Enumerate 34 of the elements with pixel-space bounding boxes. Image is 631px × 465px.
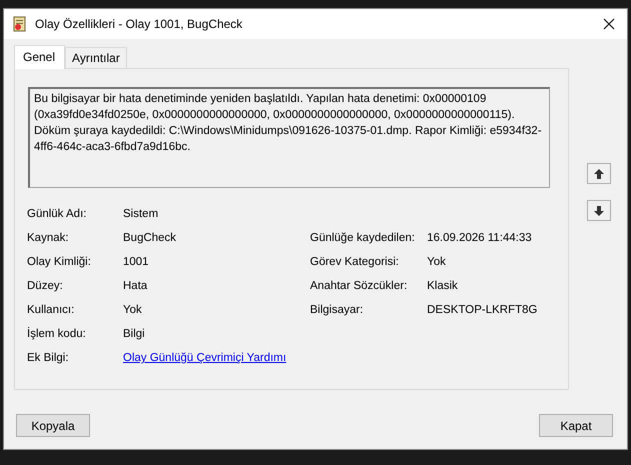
field-value: DESKTOP-LKRFT8G xyxy=(427,303,538,318)
field-value: Sistem xyxy=(123,207,160,222)
help-link[interactable]: Olay Günlüğü Çevrimiçi Yardımı xyxy=(123,350,310,366)
field-label: Olay Kimliği: xyxy=(27,255,92,270)
tab[interactable]: Ayrıntılar xyxy=(65,47,127,68)
field-label: Kaynak: xyxy=(27,231,70,246)
field-label: Ek Bilgi: xyxy=(27,351,70,366)
field-value: BugCheck xyxy=(123,231,178,246)
down-arrow-icon xyxy=(593,204,605,216)
field-label: Düzey: xyxy=(27,279,64,294)
next-event-button[interactable] xyxy=(587,200,611,221)
field-value: 16.09.2026 11:44:33 xyxy=(427,231,533,246)
field-value: Bilgi xyxy=(123,327,146,342)
event-description: Bu bilgisayar bir hata denetiminde yeniden başlatıldı. Yapılan hata denetimi: 0x00000109 (0xa39fd0e34fd0250e, 0x0000000000000000, 0x0000000000000000, 0x0000000000000115). Döküm şuraya kaydedildi: C:\Windows\Minidumps\091626-10375-01.dmp. Rapor Kimliği: e5934f32-4ff6-464c-aca3-6fbd7a9d16bc. xyxy=(28,87,550,188)
field-label: Günlük Adı: xyxy=(27,207,88,222)
field-value: 1001 xyxy=(123,255,150,270)
close-icon[interactable] xyxy=(603,18,615,30)
window-title: Olay Özellikleri - Olay 1001, BugCheck xyxy=(35,17,244,31)
field-label: İşlem kodu: xyxy=(27,326,87,342)
field-value: Hata xyxy=(123,279,148,294)
event-log-icon xyxy=(12,16,28,32)
field-label: Bilgisayar: xyxy=(310,303,364,318)
field-value: Klasik xyxy=(427,279,459,294)
field-label: Anahtar Sözcükler: xyxy=(310,279,408,294)
field-label: Kullanıcı: xyxy=(27,303,76,318)
tab[interactable]: Genel xyxy=(14,45,66,69)
dialog-button[interactable]: Kapat xyxy=(539,414,613,437)
dialog-button[interactable]: Kopyala xyxy=(16,414,90,437)
previous-event-button[interactable] xyxy=(587,163,611,184)
field-label: Görev Kategorisi: xyxy=(310,255,400,270)
field-value: Yok xyxy=(123,303,143,318)
field-value: Yok xyxy=(427,255,447,270)
up-arrow-icon xyxy=(593,168,605,180)
field-label: Günlüğe kaydedilen: xyxy=(310,231,416,246)
